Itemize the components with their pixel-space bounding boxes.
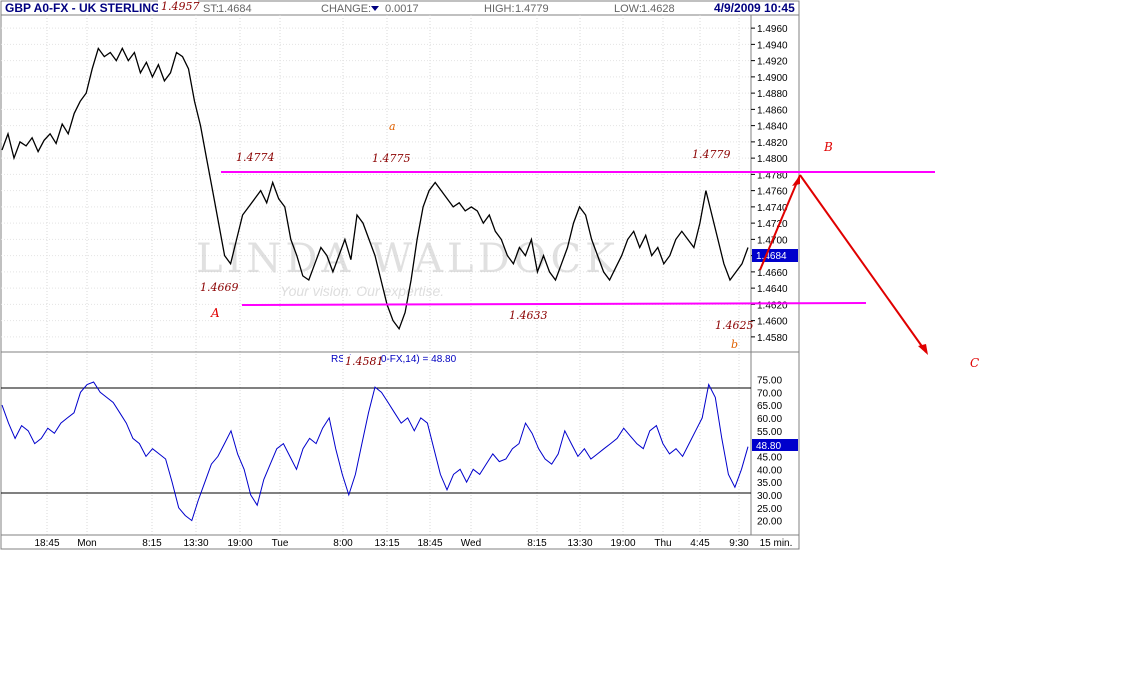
low-label: LOW: bbox=[614, 3, 642, 15]
low-value: 1.4628 bbox=[641, 3, 675, 15]
annotation-low-deep: 1.4581 bbox=[345, 355, 384, 368]
datetime: 4/9/2009 10:45 bbox=[714, 1, 795, 15]
x-tick-label: 8:15 bbox=[527, 538, 547, 549]
x-tick-label: Tue bbox=[272, 538, 289, 549]
price-tick-label: 1.4880 bbox=[757, 89, 788, 100]
wave-label-b: b bbox=[731, 338, 738, 351]
watermark-text: LINDA WALDOCK bbox=[196, 236, 619, 282]
price-tick-label: 1.4720 bbox=[757, 219, 788, 230]
high-label: HIGH: bbox=[484, 3, 515, 15]
annotation-a-right: 1.4779 bbox=[692, 148, 731, 161]
annotation-low-mid: 1.4633 bbox=[509, 309, 548, 322]
projection-down-line bbox=[799, 174, 927, 353]
rsi-tick-label: 35.00 bbox=[757, 478, 782, 489]
x-tick-label: 15 min. bbox=[760, 538, 793, 549]
price-tick-label: 1.4840 bbox=[757, 122, 788, 133]
x-tick-label: 8:15 bbox=[142, 538, 162, 549]
change-label: CHANGE: bbox=[321, 3, 371, 15]
annotation-low-right: 1.4625 bbox=[715, 319, 754, 332]
rsi-tick-label: 25.00 bbox=[757, 504, 782, 515]
x-tick-label: Mon bbox=[77, 538, 96, 549]
annotation-low-left: 1.4669 bbox=[200, 281, 239, 294]
last-price-label: 1.4684 bbox=[756, 251, 787, 262]
x-tick-label: 8:00 bbox=[333, 538, 353, 549]
rsi-tick-label: 20.00 bbox=[757, 517, 782, 528]
chart-canvas: GBP A0-FX - UK STERLING ST: 1.4684 CHANG… bbox=[0, 0, 979, 550]
wave-label-a: a bbox=[389, 120, 396, 133]
chart-frame bbox=[0, 14, 800, 550]
last-rsi-label: 48.80 bbox=[756, 441, 781, 452]
price-tick-label: 1.4820 bbox=[757, 138, 788, 149]
annotation-peak-top: 1.4957 bbox=[161, 0, 200, 13]
last-label: ST: bbox=[203, 3, 219, 15]
price-tick-label: 1.4800 bbox=[757, 154, 788, 165]
x-tick-label: Wed bbox=[461, 538, 481, 549]
price-tick-label: 1.4760 bbox=[757, 187, 788, 198]
watermark-tagline: Your vision. Our expertise. bbox=[280, 283, 444, 299]
rsi-tick-label: 70.00 bbox=[757, 388, 782, 399]
wave-label-C: C bbox=[970, 356, 979, 370]
price-tick-label: 1.4620 bbox=[757, 300, 788, 311]
annotation-a-mid: 1.4775 bbox=[372, 152, 411, 165]
last-value: 1.4684 bbox=[218, 3, 252, 15]
price-tick-label: 1.4900 bbox=[757, 73, 788, 84]
wave-label-A: A bbox=[210, 306, 220, 320]
price-tick-label: 1.4660 bbox=[757, 268, 788, 279]
rsi-tick-label: 65.00 bbox=[757, 401, 782, 412]
price-tick-label: 1.4960 bbox=[757, 24, 788, 35]
rsi-tick-label: 60.00 bbox=[757, 414, 782, 425]
symbol-title: GBP A0-FX - UK STERLING bbox=[5, 1, 160, 15]
projection-down-arrowhead bbox=[918, 344, 928, 355]
x-tick-label: 18:45 bbox=[417, 538, 442, 549]
x-tick-label: 18:45 bbox=[34, 538, 59, 549]
rsi-tick-label: 55.00 bbox=[757, 427, 782, 438]
wave-label-B: B bbox=[823, 140, 833, 154]
rsi-tick-label: 75.00 bbox=[757, 375, 782, 386]
annotation-a-left: 1.4774 bbox=[236, 151, 275, 164]
x-tick-label: 13:15 bbox=[374, 538, 399, 549]
price-tick-label: 1.4940 bbox=[757, 40, 788, 51]
x-tick-label: Thu bbox=[654, 538, 671, 549]
x-tick-label: 9:30 bbox=[729, 538, 749, 549]
rsi-tick-label: 45.00 bbox=[757, 452, 782, 463]
price-tick-label: 1.4580 bbox=[757, 333, 788, 344]
price-tick-label: 1.4920 bbox=[757, 57, 788, 68]
rsi-tick-label: 30.00 bbox=[757, 491, 782, 502]
price-tick-label: 1.4860 bbox=[757, 105, 788, 116]
x-tick-label: 19:00 bbox=[227, 538, 252, 549]
price-tick-label: 1.4640 bbox=[757, 284, 788, 295]
price-tick-label: 1.4600 bbox=[757, 317, 788, 328]
x-tick-label: 4:45 bbox=[690, 538, 710, 549]
x-tick-label: 13:30 bbox=[183, 538, 208, 549]
x-tick-label: 13:30 bbox=[567, 538, 592, 549]
rsi-tick-label: 40.00 bbox=[757, 465, 782, 476]
high-value: 1.4779 bbox=[515, 3, 549, 15]
change-value: 0.0017 bbox=[385, 3, 419, 15]
x-tick-label: 19:00 bbox=[610, 538, 635, 549]
